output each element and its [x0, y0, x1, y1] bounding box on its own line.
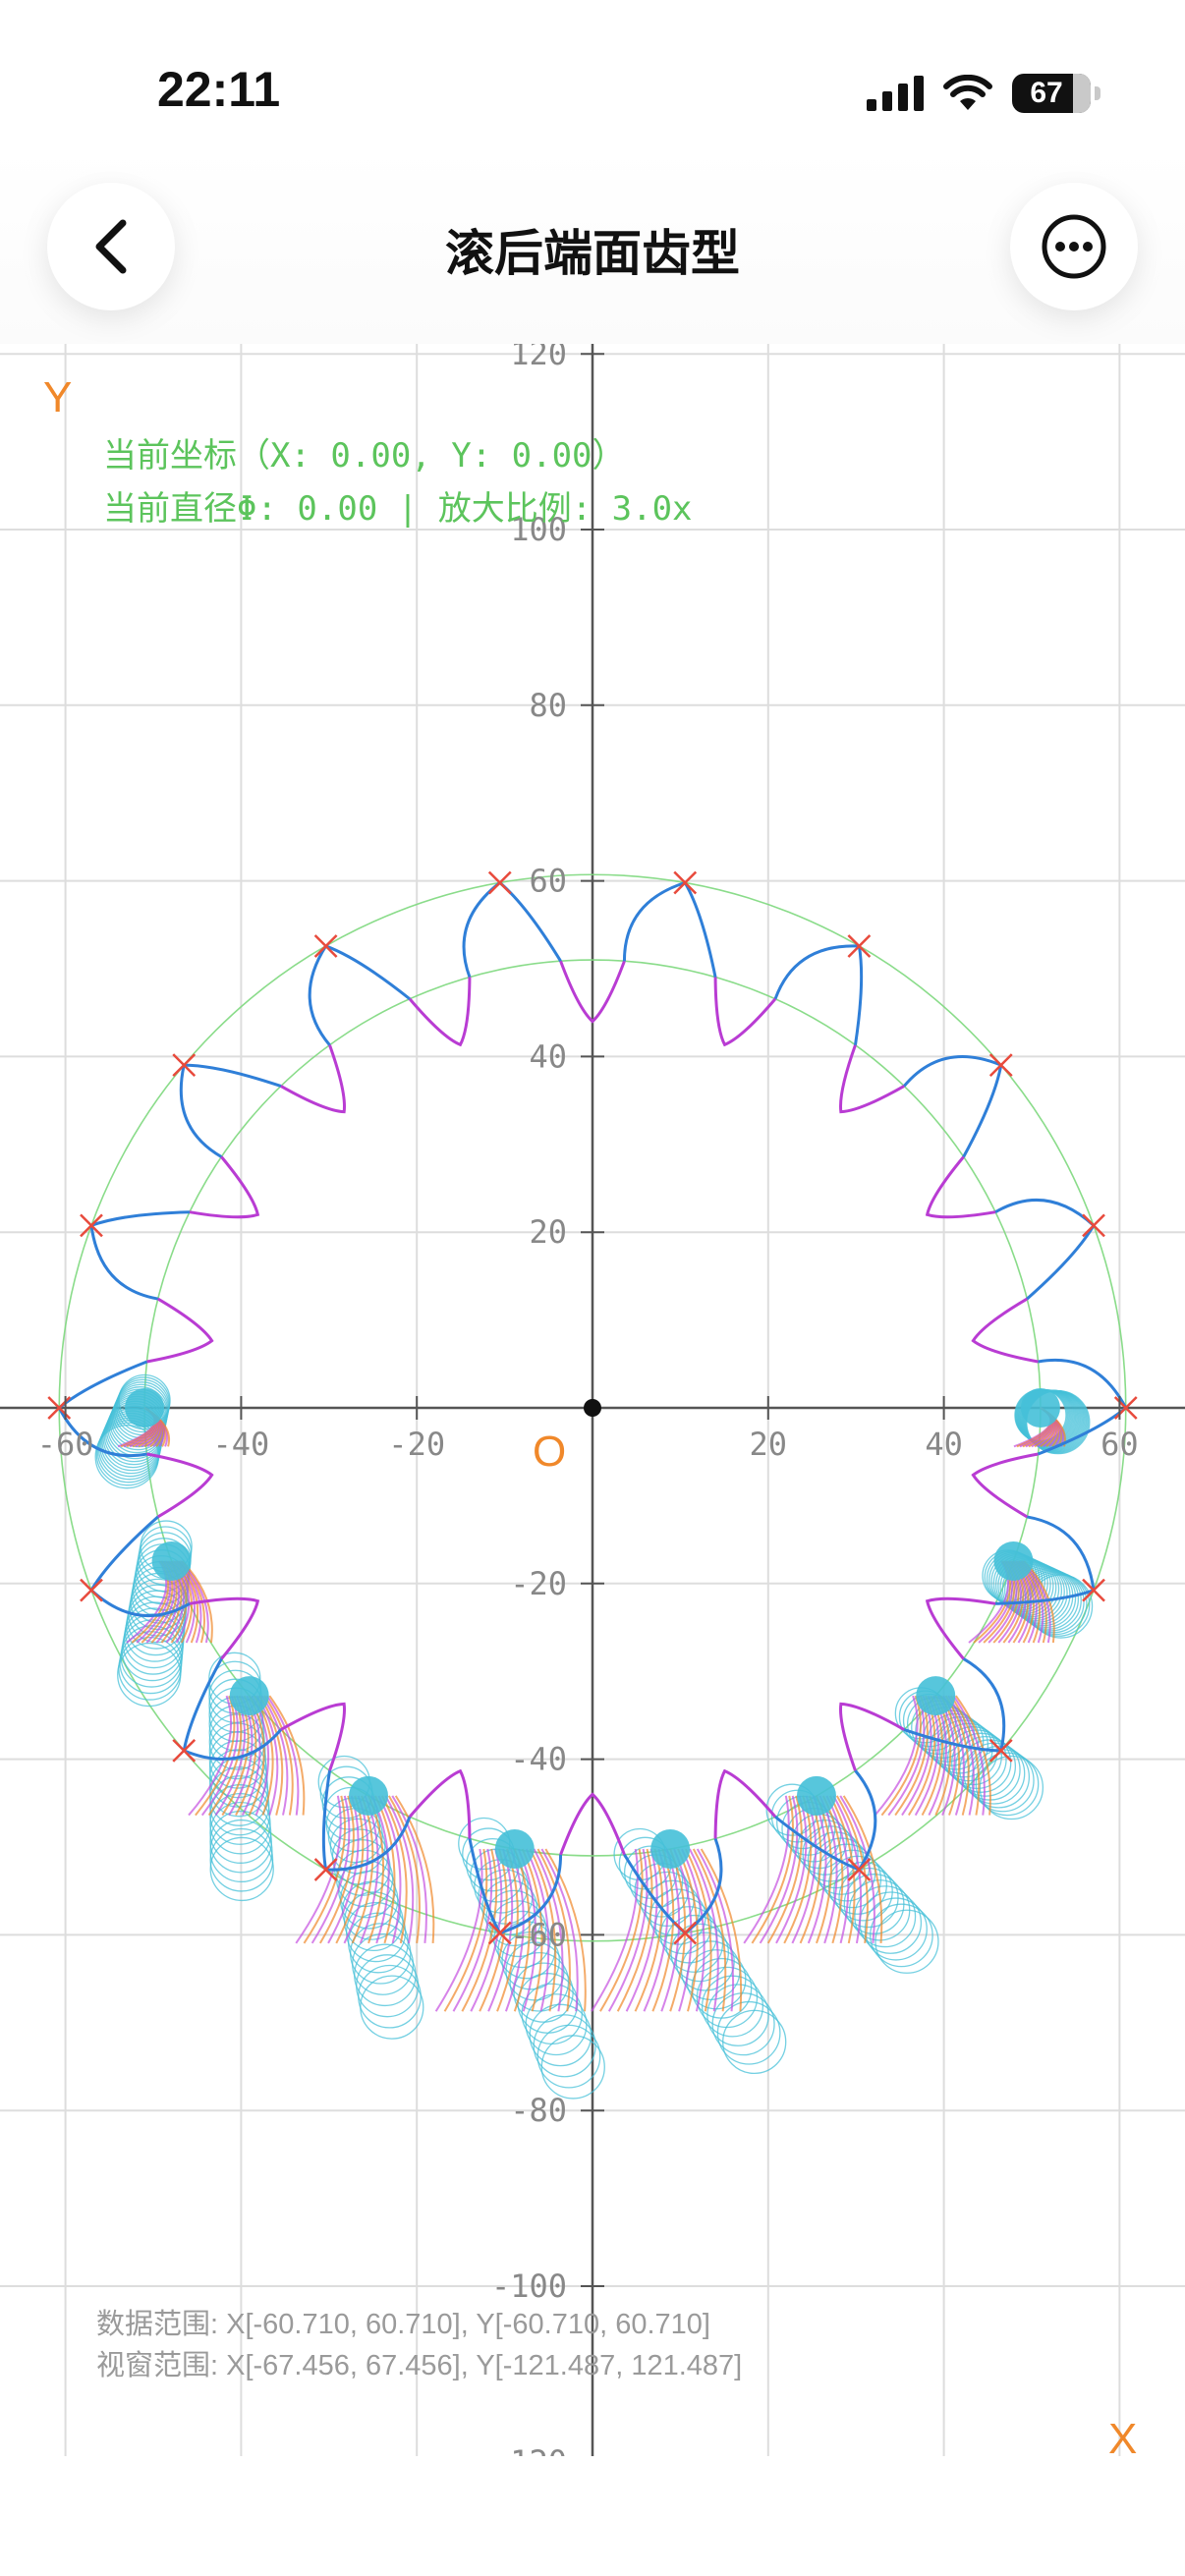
tip-marker [988, 1053, 1013, 1078]
roller-head [1020, 1388, 1060, 1428]
flank-curve [325, 944, 411, 1000]
status-icons: 67 [867, 71, 1100, 116]
battery-level: 67 [1030, 77, 1063, 109]
current-diameter: 当前直径Φ: 0.00 | 放大比例: 3.0x [103, 489, 693, 529]
roller-head [349, 1775, 389, 1816]
flank-curve [853, 945, 864, 1045]
battery-icon: 67 [1012, 74, 1091, 113]
plot-canvas[interactable]: -60 -40 -20 20 40 60 -120 -100 -80 -60 -40 -20 20 40 6… [0, 335, 1185, 2481]
origin-dot [584, 1399, 601, 1417]
wifi-icon [943, 75, 992, 110]
root-fillet [971, 1452, 1039, 1519]
status-time: 22:11 [157, 62, 281, 117]
status-bar: 22:11 67 [0, 0, 1185, 147]
sweep-circle [513, 1962, 574, 2023]
y-tick-label: -100 [491, 2268, 567, 2305]
y-tick-label: -60 [510, 1916, 567, 1953]
sweep-trace [370, 1795, 390, 1944]
x-tick-label: -20 [388, 1426, 445, 1463]
root-fillet [925, 1155, 996, 1219]
y-tick-label: 120 [510, 344, 567, 372]
root-fillet [146, 1297, 214, 1364]
root-fillet [189, 1155, 260, 1219]
page-title: 滚后端面齿型 [445, 226, 740, 281]
flank-curve [903, 1054, 1002, 1088]
flank-curve [184, 1063, 282, 1088]
data-range: 数据范围: X[-60.710, 60.710], Y[-60.710, 60.… [96, 2309, 710, 2340]
current-coordinate: 当前坐标（X: 0.00, Y: 0.00） [103, 436, 626, 476]
roller-head [993, 1540, 1034, 1581]
signal-icon [867, 76, 924, 111]
more-icon [1042, 214, 1106, 279]
roller-head [796, 1775, 836, 1816]
y-tick-label: -20 [510, 1565, 567, 1602]
flank-curve [773, 944, 860, 1000]
flank-curve [622, 881, 686, 962]
tip-marker [487, 870, 512, 895]
sweep-circle [354, 1943, 417, 2007]
x-tick-label: 40 [925, 1426, 963, 1463]
sweep-circle [358, 1964, 422, 2029]
roller-head [916, 1676, 956, 1716]
sweep-circle [360, 1975, 424, 2040]
sweep-circle [529, 2003, 592, 2067]
view-range: 视窗范围: X[-67.456, 67.456], Y[-121.487, 12… [96, 2350, 743, 2381]
flank-curve [994, 1199, 1096, 1227]
more-button[interactable] [1010, 183, 1138, 310]
flank-curve [179, 1064, 223, 1158]
origin-label: O [533, 1428, 567, 1476]
y-tick-label: -120 [491, 2443, 567, 2456]
tip-marker [673, 870, 698, 895]
battery-tip [1095, 86, 1100, 100]
roller-head [151, 1540, 192, 1581]
sweep-circle [356, 1954, 420, 2018]
y-tick-label: 80 [529, 687, 567, 724]
sweep-circle [347, 1912, 409, 1974]
y-tick-label: -40 [510, 1741, 567, 1778]
y-tick-label: -80 [510, 2092, 567, 2129]
root-fillet [280, 1044, 346, 1114]
sweep-circle [540, 2035, 605, 2100]
tip-marker [313, 934, 338, 958]
x-tick-label: 60 [1100, 1426, 1139, 1463]
sweep-circle [536, 2024, 601, 2089]
flank-curve [683, 881, 717, 978]
tip-marker [172, 1738, 197, 1763]
roller-head [229, 1676, 269, 1716]
y-tick-label: 60 [529, 863, 567, 900]
y-tick-label: 40 [529, 1037, 567, 1075]
x-tick-label: -60 [37, 1426, 94, 1463]
flank-curve [962, 1064, 1003, 1158]
flank-curve [462, 881, 501, 979]
roller-head [494, 1829, 535, 1870]
sweep-circle [875, 1909, 939, 1974]
sweep-circle [533, 2014, 596, 2078]
y-tick-label: 20 [529, 1213, 567, 1251]
x-axis-letter: X [1108, 2415, 1138, 2463]
flank-curve [308, 945, 331, 1046]
roller-head [650, 1829, 691, 1870]
gear-profile-plot[interactable]: -60 -40 -20 20 40 60 -120 -100 -80 -60 -40 -20 20 40 6… [0, 335, 1185, 2481]
roller-head [125, 1388, 165, 1428]
y-axis-letter: Y [43, 373, 73, 421]
root-fillet [839, 1044, 905, 1114]
x-tick-label: 20 [750, 1426, 788, 1463]
root-fillet [839, 1702, 905, 1771]
flank-curve [90, 1210, 190, 1227]
x-tick-label: -40 [213, 1426, 270, 1463]
root-fillet [971, 1297, 1039, 1364]
